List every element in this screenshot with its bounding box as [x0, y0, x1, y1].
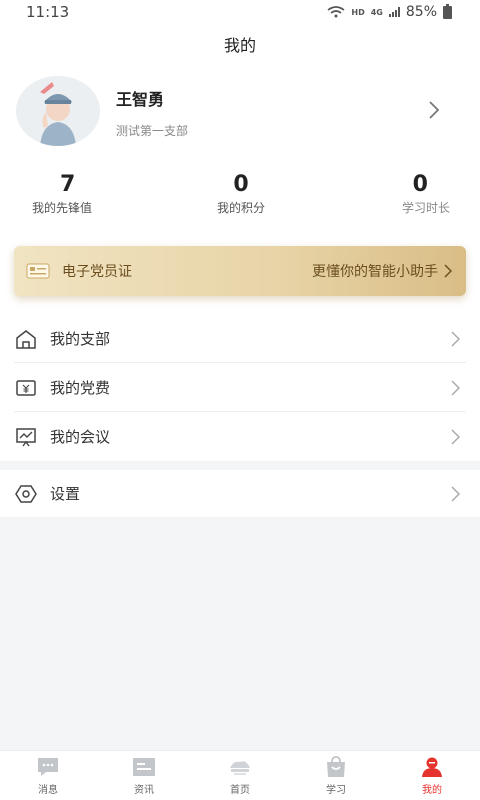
card-subtitle: 更懂你的智能小助手	[312, 264, 438, 280]
user-branch: 测试第一支部	[116, 124, 189, 138]
chevron-right-icon	[451, 428, 460, 445]
yuan-icon	[16, 379, 36, 396]
stat-value: 7	[60, 172, 76, 197]
menu-label: 我的党费	[50, 379, 111, 397]
stat-label: 我的积分	[216, 201, 265, 215]
avatar-illustration	[16, 76, 100, 146]
chevron-right-icon	[451, 379, 460, 396]
wifi-icon	[327, 6, 345, 18]
home-logo-icon	[230, 760, 250, 775]
news-icon	[133, 757, 155, 776]
menu-item-branch[interactable]: 我的支部	[0, 314, 480, 363]
status-indicators: HD 4G 85%	[327, 3, 452, 20]
bottom-tab-bar: 消息 资讯 首页 学习 我的	[0, 750, 480, 800]
party-membership-card[interactable]: 电子党员证 更懂你的智能小助手	[14, 246, 466, 296]
id-card-icon	[26, 263, 50, 279]
user-name: 王智勇	[116, 90, 165, 109]
chevron-right-icon	[451, 485, 460, 502]
stat-label: 学习时长	[401, 201, 450, 215]
page-header: 我的	[0, 24, 480, 64]
avatar[interactable]	[16, 76, 100, 146]
network-type-label: 4G	[370, 7, 383, 17]
menu-label: 我的支部	[50, 330, 111, 348]
stat-pioneer-value[interactable]: 7 我的先锋值	[0, 164, 171, 228]
menu-label: 我的会议	[50, 428, 111, 446]
chevron-right-icon	[444, 264, 452, 278]
message-icon	[38, 757, 58, 776]
card-title: 电子党员证	[62, 264, 132, 280]
study-bag-icon	[327, 755, 345, 777]
chevron-right-icon	[451, 330, 460, 347]
menu-item-settings[interactable]: 设置	[0, 470, 480, 517]
stat-value: 0	[233, 172, 249, 197]
presentation-icon	[16, 427, 36, 446]
profile-section[interactable]: 王智勇 测试第一支部	[0, 64, 480, 164]
home-icon	[16, 329, 36, 349]
tab-study[interactable]: 学习	[288, 751, 384, 800]
tab-label: 我的	[422, 784, 442, 796]
hexagon-gear-icon	[15, 484, 37, 503]
profile-icon	[422, 757, 442, 777]
settings-label: 设置	[50, 485, 81, 503]
tab-news[interactable]: 资讯	[96, 751, 192, 800]
tab-label: 首页	[230, 784, 250, 796]
tab-messages[interactable]: 消息	[0, 751, 96, 800]
tab-label: 资讯	[134, 784, 154, 796]
signal-icon	[388, 7, 400, 17]
battery-icon	[443, 3, 452, 19]
menu-item-meetings[interactable]: 我的会议	[0, 412, 480, 461]
status-time: 11:13	[26, 3, 70, 21]
hd-label: HD	[351, 7, 365, 17]
menu-item-dues[interactable]: 我的党费	[0, 363, 480, 412]
stat-points[interactable]: 0 我的积分	[171, 164, 310, 228]
tab-label: 消息	[38, 784, 58, 796]
stat-label: 我的先锋值	[32, 201, 93, 215]
party-card-section: 电子党员证 更懂你的智能小助手	[0, 228, 480, 314]
tab-home[interactable]: 首页	[192, 751, 288, 800]
card-subtitle-link[interactable]: 更懂你的智能小助手	[312, 261, 452, 281]
page-title: 我的	[223, 36, 256, 55]
chevron-right-icon[interactable]	[428, 100, 440, 120]
battery-percent: 85%	[405, 4, 437, 20]
tab-label: 学习	[326, 784, 346, 796]
menu-list: 我的支部 我的党费 我的会议	[0, 314, 480, 461]
tab-profile[interactable]: 我的	[384, 751, 480, 800]
stats-row: 7 我的先锋值 0 我的积分 0 学习时长	[0, 164, 480, 228]
stat-study-time[interactable]: 0 学习时长	[311, 164, 480, 228]
status-bar: 11:13 HD 4G 85%	[0, 0, 480, 24]
stat-value: 0	[412, 172, 428, 197]
